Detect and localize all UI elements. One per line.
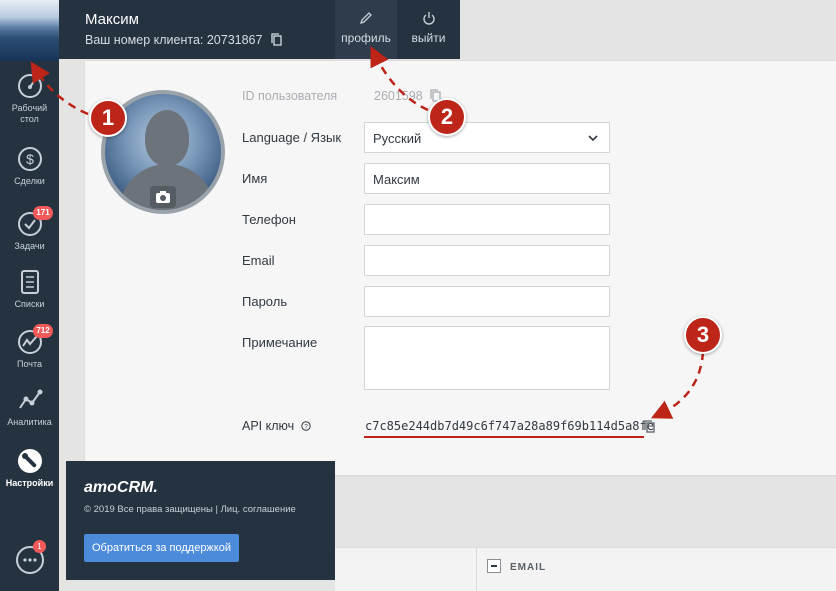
sidebar-item-label: Аналитика <box>7 417 52 427</box>
email-label: Email <box>242 253 275 268</box>
client-number-text: Ваш номер клиента: 20731867 <box>85 33 263 47</box>
language-label: Language / Язык <box>242 130 342 145</box>
footer-panel: amoCRM. © 2019 Все права защищены | Лиц.… <box>66 461 335 580</box>
sidebar-item-label: Задачи <box>14 241 45 251</box>
step-1-marker: 1 <box>89 99 127 137</box>
power-icon <box>422 12 435 25</box>
sidebar-item-dashboard[interactable]: Рабочий стол <box>0 72 59 125</box>
step-2-marker: 2 <box>428 98 466 136</box>
bottom-strip <box>335 547 836 591</box>
sidebar-item-deals[interactable]: $ Сделки <box>0 145 59 187</box>
note-field[interactable] <box>364 326 610 390</box>
sidebar-item-label: Списки <box>14 299 45 309</box>
sidebar-item-mail[interactable]: 712 Почта <box>0 324 59 370</box>
password-field[interactable] <box>364 286 610 317</box>
api-key-value: c7c85e244db7d49c6f747a28a89f69b114d5a8fe <box>365 419 654 433</box>
password-label: Пароль <box>242 294 288 309</box>
user-id-label: ID пользователя <box>242 89 338 103</box>
help-icon[interactable]: ? <box>300 421 311 431</box>
sidebar-item-label: Рабочий <box>11 103 48 113</box>
copy-icon[interactable] <box>644 420 655 433</box>
wrench-icon <box>17 449 42 473</box>
sidebar-item-label: Сделки <box>14 176 45 186</box>
sidebar-item-settings[interactable]: Настройки <box>0 447 59 489</box>
camera-icon[interactable] <box>150 186 176 208</box>
sidebar-item-tasks[interactable]: 171 Задачи <box>0 206 59 252</box>
analytics-icon <box>18 389 42 409</box>
user-name: Максим <box>85 11 139 28</box>
top-header: Максим Ваш номер клиента: 20731867 профи… <box>59 0 460 59</box>
step-3-marker: 3 <box>684 316 722 354</box>
chat-badge: 1 <box>33 540 46 553</box>
user-id-text: 2601598 <box>374 89 423 103</box>
chevron-down-icon <box>588 135 598 142</box>
lists-icon <box>20 270 39 294</box>
phone-label: Телефон <box>242 212 296 227</box>
profile-button[interactable]: профиль <box>335 0 397 59</box>
language-select[interactable]: Русский <box>364 122 610 153</box>
collapse-toggle[interactable] <box>487 559 501 573</box>
sidebar-item-analytics[interactable]: Аналитика <box>0 386 59 428</box>
amocrm-logo: amoCRM. <box>84 479 158 496</box>
logout-button[interactable]: выйти <box>397 0 460 59</box>
silhouette-head <box>145 110 189 166</box>
pencil-icon <box>359 12 372 25</box>
email-column-header: EMAIL <box>510 562 547 573</box>
sidebar-item-label: стол <box>20 114 39 124</box>
support-button[interactable]: Обратиться за поддержкой <box>84 534 239 562</box>
dollar-icon: $ <box>17 147 42 171</box>
dashboard-icon <box>17 74 42 98</box>
phone-field[interactable] <box>364 204 610 235</box>
api-key-label: API ключ ? <box>242 419 311 433</box>
logout-label: выйти <box>411 31 446 45</box>
svg-text:?: ? <box>304 424 308 431</box>
tasks-badge: 171 <box>33 206 53 220</box>
profile-label: профиль <box>341 31 391 45</box>
client-number: Ваш номер клиента: 20731867 <box>85 33 282 47</box>
sidebar-avatar[interactable] <box>0 0 59 61</box>
note-label: Примечание <box>242 335 318 350</box>
sidebar: Рабочий стол $ Сделки 171 Задачи Списки … <box>0 0 59 591</box>
user-id-value: 2601598 <box>374 89 441 103</box>
sidebar-item-label: Почта <box>17 359 42 369</box>
api-key-underline <box>364 436 644 438</box>
column-divider <box>476 548 477 591</box>
sidebar-item-label: Настройки <box>5 478 54 488</box>
email-field[interactable] <box>364 245 610 276</box>
name-label: Имя <box>242 171 268 186</box>
name-field[interactable]: Максим <box>364 163 610 194</box>
copy-icon[interactable] <box>271 33 282 46</box>
sidebar-item-lists[interactable]: Списки <box>0 268 59 310</box>
mail-badge: 712 <box>33 324 53 338</box>
api-key-label-text: API ключ <box>242 419 295 433</box>
copyright-text: © 2019 Все права защищены | Лиц. соглаше… <box>84 504 296 515</box>
svg-text:$: $ <box>26 151 34 167</box>
language-value: Русский <box>373 131 422 146</box>
